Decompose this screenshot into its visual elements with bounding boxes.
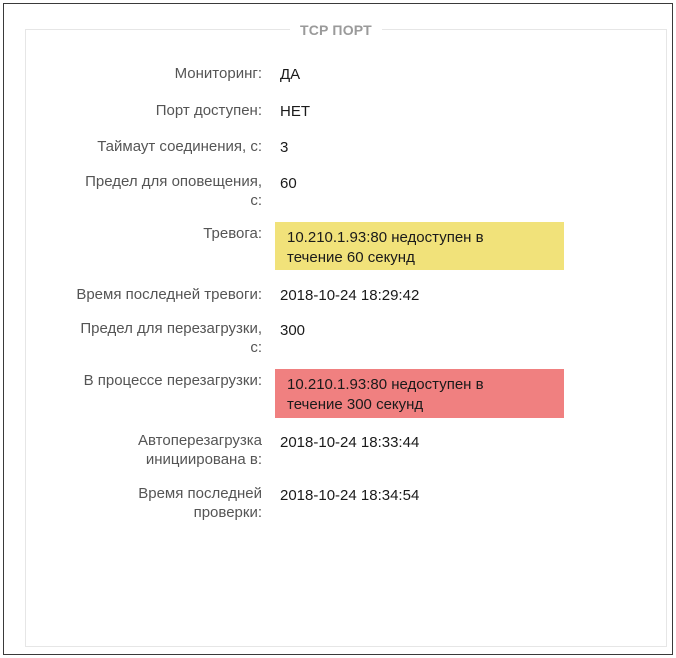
rebooting-message-line2: течение 300 секунд — [287, 396, 424, 413]
alarm-warning-box: 10.210.1.93:80 недоступен в течение 60 с… — [275, 222, 564, 270]
notify-limit-label-line2: с: — [250, 192, 262, 209]
autoreboot-initiated-label-line1: Автоперезагрузка — [138, 432, 262, 449]
notify-limit-label-line1: Предел для оповещения, — [85, 173, 262, 190]
last-check-time-label-line2: проверки: — [193, 504, 262, 521]
rebooting-label: В процессе перезагрузки: — [83, 372, 262, 389]
alarm-message-line1: 10.210.1.93:80 недоступен в — [287, 229, 484, 246]
notify-limit-value: 60 — [280, 175, 297, 192]
reboot-limit-label-line2: с: — [250, 339, 262, 356]
monitoring-value: ДА — [280, 66, 301, 83]
monitoring-label: Мониторинг: — [174, 65, 262, 82]
panel-title: TCP ПОРТ — [290, 20, 382, 40]
connection-timeout-value: 3 — [280, 139, 289, 156]
notify-limit-label: Предел для оповещения, с: — [32, 172, 262, 210]
last-alarm-time-value: 2018-10-24 18:29:42 — [280, 287, 420, 304]
port-available-value: НЕТ — [280, 103, 310, 120]
autoreboot-initiated-value: 2018-10-24 18:33:44 — [280, 434, 420, 451]
reboot-limit-label-line1: Предел для перезагрузки, — [80, 320, 262, 337]
rebooting-danger-box: 10.210.1.93:80 недоступен в течение 300 … — [275, 369, 564, 418]
last-check-time-label: Время последней проверки: — [32, 484, 262, 522]
alarm-label: Тревога: — [203, 225, 262, 242]
autoreboot-initiated-label: Автоперезагрузка инициирована в: — [32, 431, 262, 469]
last-alarm-time-label: Время последней тревоги: — [76, 286, 262, 303]
reboot-limit-label: Предел для перезагрузки, с: — [32, 319, 262, 357]
port-available-label: Порт доступен: — [155, 102, 262, 119]
alarm-message-line2: течение 60 секунд — [287, 249, 415, 266]
rebooting-message-line1: 10.210.1.93:80 недоступен в — [287, 376, 484, 393]
autoreboot-initiated-label-line2: инициирована в: — [145, 451, 262, 468]
connection-timeout-label: Таймаут соединения, с: — [97, 138, 262, 155]
last-check-time-value: 2018-10-24 18:34:54 — [280, 487, 420, 504]
last-check-time-label-line1: Время последней — [138, 485, 262, 502]
reboot-limit-value: 300 — [280, 322, 306, 339]
